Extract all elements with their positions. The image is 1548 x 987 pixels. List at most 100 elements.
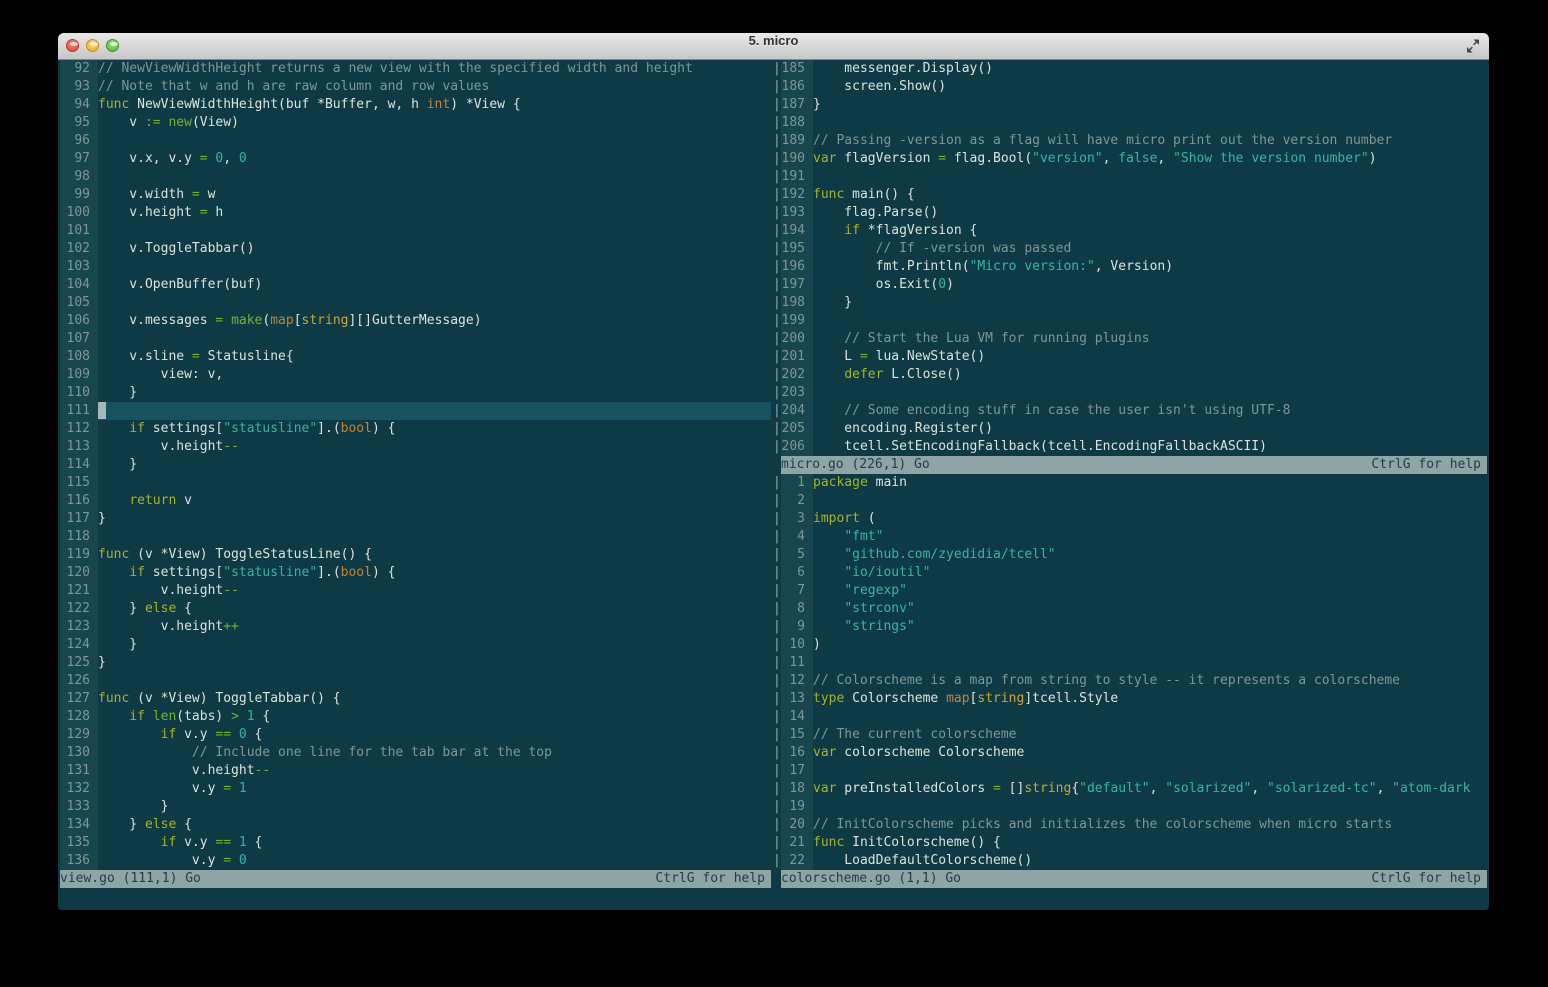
code-line[interactable]: | 204 // Some encoding stuff in case the … — [773, 402, 1487, 420]
code-line[interactable]: 102 v.ToggleTabbar() — [60, 240, 771, 258]
code-line[interactable]: | 6 "io/ioutil" — [773, 564, 1487, 582]
code-line[interactable]: | 12// Colorscheme is a map from string t… — [773, 672, 1487, 690]
code-line[interactable]: 108 v.sline = Statusline{ — [60, 348, 771, 366]
code-line[interactable]: 117} — [60, 510, 771, 528]
code-line[interactable]: 125} — [60, 654, 771, 672]
token-s: 0 — [238, 151, 247, 166]
code-line[interactable]: 129 if v.y == 0 { — [60, 726, 771, 744]
code-line[interactable]: 92// NewViewWidthHeight returns a new vi… — [60, 60, 771, 78]
code-line[interactable]: 116 return v — [60, 492, 771, 510]
code-line[interactable]: | 200 // Start the Lua VM for running plu… — [773, 330, 1487, 348]
token-w — [813, 367, 844, 382]
code-line[interactable]: 96 — [60, 132, 771, 150]
code-line[interactable]: | 206 tcell.SetEncodingFallback(tcell.Enc… — [773, 438, 1487, 456]
code-line[interactable]: 130 // Include one line for the tab bar … — [60, 744, 771, 762]
code-line[interactable]: | 5 "github.com/zyedidia/tcell" — [773, 546, 1487, 564]
code-line[interactable]: | 193 flag.Parse() — [773, 204, 1487, 222]
split-divider-icon: | — [773, 547, 781, 562]
code-line[interactable]: | 18 var preInstalledColors = []string{"de… — [773, 780, 1487, 798]
code-line[interactable]: | 3 import ( — [773, 510, 1487, 528]
command-bar[interactable] — [58, 888, 1489, 906]
code-line[interactable]: | 17 — [773, 762, 1487, 780]
code-line[interactable]: | 191 — [773, 168, 1487, 186]
code-line[interactable]: | 202 defer L.Close() — [773, 366, 1487, 384]
code-line[interactable]: | 185 messenger.Display() — [773, 60, 1487, 78]
code-line[interactable]: 103 — [60, 258, 771, 276]
code-line[interactable]: | 195 // If -version was passed — [773, 240, 1487, 258]
code-line[interactable]: | 196 fmt.Println("Micro version:", Versi… — [773, 258, 1487, 276]
code-line[interactable]: | 16 var colorscheme Colorscheme — [773, 744, 1487, 762]
code-line[interactable]: 118 — [60, 528, 771, 546]
code-line[interactable]: | 188 — [773, 114, 1487, 132]
code-line[interactable]: | 194 if *flagVersion { — [773, 222, 1487, 240]
code-line[interactable]: | 11 — [773, 654, 1487, 672]
code-line[interactable]: 135 if v.y == 1 { — [60, 834, 771, 852]
code-line[interactable]: | 190 var flagVersion = flag.Bool("version… — [773, 150, 1487, 168]
code-line[interactable]: | 205 encoding.Register() — [773, 420, 1487, 438]
code-line[interactable]: 93// Note that w and h are raw column an… — [60, 78, 771, 96]
code-line[interactable]: 115 — [60, 474, 771, 492]
code-line[interactable]: 122 } else { — [60, 600, 771, 618]
code-line[interactable]: 105 — [60, 294, 771, 312]
code-line[interactable]: | 187} — [773, 96, 1487, 114]
code-line[interactable]: | 8 "strconv" — [773, 600, 1487, 618]
code-line[interactable]: 136 v.y = 0 — [60, 852, 771, 870]
code-line[interactable]: 100 v.height = h — [60, 204, 771, 222]
code-line[interactable]: 113 v.height-- — [60, 438, 771, 456]
code-line[interactable]: 112 if settings["statusline"].(bool) { — [60, 420, 771, 438]
token-w — [813, 619, 844, 634]
code-line[interactable]: 99 v.width = w — [60, 186, 771, 204]
code-line[interactable]: | 13 type Colorscheme map[string]tcell.Sty… — [773, 690, 1487, 708]
code-line[interactable]: 124 } — [60, 636, 771, 654]
code-line[interactable]: 114 } — [60, 456, 771, 474]
code-line[interactable]: 121 v.height-- — [60, 582, 771, 600]
code-line[interactable]: | 7 "regexp" — [773, 582, 1487, 600]
code-line[interactable]: 95 v := new(View) — [60, 114, 771, 132]
code-line[interactable]: 104 v.OpenBuffer(buf) — [60, 276, 771, 294]
code-line[interactable]: | 203 — [773, 384, 1487, 402]
code-line[interactable]: | 201 L = lua.NewState() — [773, 348, 1487, 366]
code-line[interactable]: 134 } else { — [60, 816, 771, 834]
code-line[interactable]: | 9 "strings" — [773, 618, 1487, 636]
code-line[interactable]: | 1 package main — [773, 474, 1487, 492]
code-line[interactable]: 101 — [60, 222, 771, 240]
code-line[interactable]: 109 view: v, — [60, 366, 771, 384]
line-number: 94 — [60, 96, 98, 114]
token-s: "solarized-tc" — [1267, 781, 1377, 796]
code-line[interactable]: 127 func (v *View) ToggleTabbar() { — [60, 690, 771, 708]
code-line[interactable]: 128 if len(tabs) > 1 { — [60, 708, 771, 726]
diagonal-resize-arrows-icon[interactable] — [1466, 39, 1480, 53]
code-line[interactable]: 107 — [60, 330, 771, 348]
code-line[interactable]: 111 — [60, 402, 771, 420]
code-line[interactable]: | 19 — [773, 798, 1487, 816]
code-line[interactable]: 123 v.height++ — [60, 618, 771, 636]
code-line[interactable]: 97 v.x, v.y = 0, 0 — [60, 150, 771, 168]
title-bar[interactable]: 5. micro — [58, 33, 1489, 60]
code-line[interactable]: 106 v.messages = make(map[string][]Gutte… — [60, 312, 771, 330]
code-line[interactable]: 120 if settings["statusline"].(bool) { — [60, 564, 771, 582]
split-divider-icon: | — [773, 133, 781, 148]
code-line[interactable]: 133 } — [60, 798, 771, 816]
code-line[interactable]: 98 — [60, 168, 771, 186]
code-line[interactable]: 110 } — [60, 384, 771, 402]
code-line[interactable]: | 20// InitColorscheme picks and initiali… — [773, 816, 1487, 834]
code-line[interactable]: | 198 } — [773, 294, 1487, 312]
code-line[interactable]: 132 v.y = 1 — [60, 780, 771, 798]
code-line[interactable]: | 15// The current colorscheme — [773, 726, 1487, 744]
token-w: Statusline{ — [199, 349, 294, 364]
code-line[interactable]: | 22 LoadDefaultColorscheme() — [773, 852, 1487, 870]
code-line[interactable]: | 192 func main() { — [773, 186, 1487, 204]
code-line[interactable]: 131 v.height-- — [60, 762, 771, 780]
code-line[interactable]: | 186 screen.Show() — [773, 78, 1487, 96]
code-line[interactable]: | 21 func InitColorscheme() { — [773, 834, 1487, 852]
code-line[interactable]: | 199 — [773, 312, 1487, 330]
code-line[interactable]: | 10) — [773, 636, 1487, 654]
code-line[interactable]: | 197 os.Exit(0) — [773, 276, 1487, 294]
code-line[interactable]: | 189// Passing -version as a flag will h… — [773, 132, 1487, 150]
code-line[interactable]: 126 — [60, 672, 771, 690]
code-line[interactable]: 119 func (v *View) ToggleStatusLine() { — [60, 546, 771, 564]
code-line[interactable]: | 4 "fmt" — [773, 528, 1487, 546]
code-line[interactable]: | 14 — [773, 708, 1487, 726]
code-line[interactable]: | 2 — [773, 492, 1487, 510]
code-line[interactable]: 94 func NewViewWidthHeight(buf *Buffer, w… — [60, 96, 771, 114]
